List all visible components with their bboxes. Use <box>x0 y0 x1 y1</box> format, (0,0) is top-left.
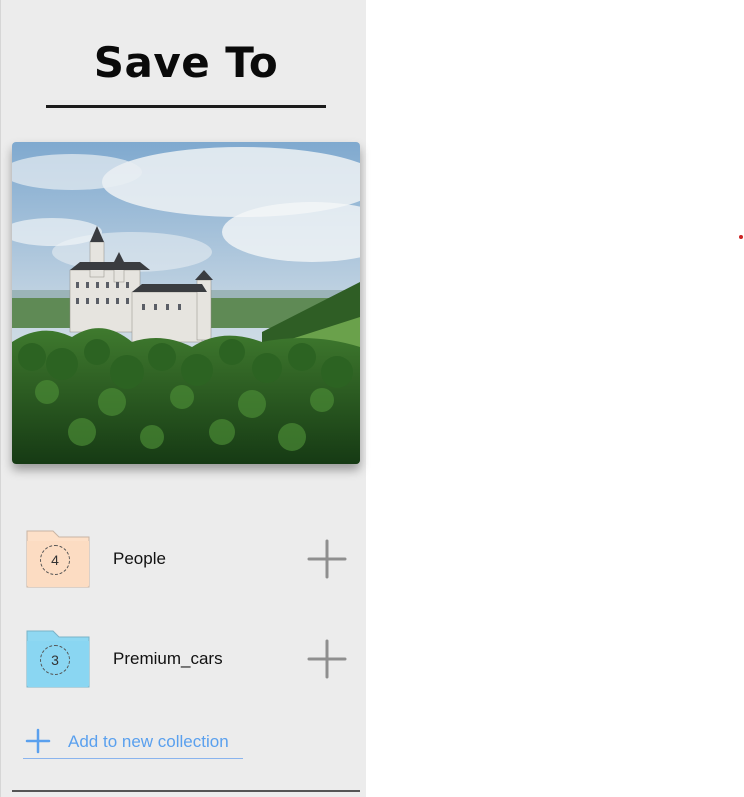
folder-icon: 3 <box>23 627 93 691</box>
plus-icon <box>25 728 51 758</box>
collection-row-premium-cars[interactable]: 3 Premium_cars <box>23 627 353 691</box>
add-new-collection-button[interactable]: Add to new collection <box>23 726 243 759</box>
add-new-collection-label: Add to new collection <box>68 732 229 751</box>
folder-icon: 4 <box>23 527 93 591</box>
panel-title: Save To <box>93 38 279 87</box>
collection-count: 3 <box>40 645 70 675</box>
marker-dot <box>739 235 743 239</box>
collection-row-people[interactable]: 4 People <box>23 527 353 591</box>
preview-image <box>12 142 360 464</box>
save-to-panel: Save To 4 People 3 Premium_cars Add to n… <box>0 0 366 797</box>
collection-name: People <box>113 549 166 568</box>
add-to-collection-button[interactable] <box>307 539 347 579</box>
collection-count: 4 <box>40 545 70 575</box>
collection-name: Premium_cars <box>113 649 223 668</box>
title-underline <box>46 105 326 108</box>
add-to-collection-button[interactable] <box>307 639 347 679</box>
panel-divider <box>12 790 360 792</box>
